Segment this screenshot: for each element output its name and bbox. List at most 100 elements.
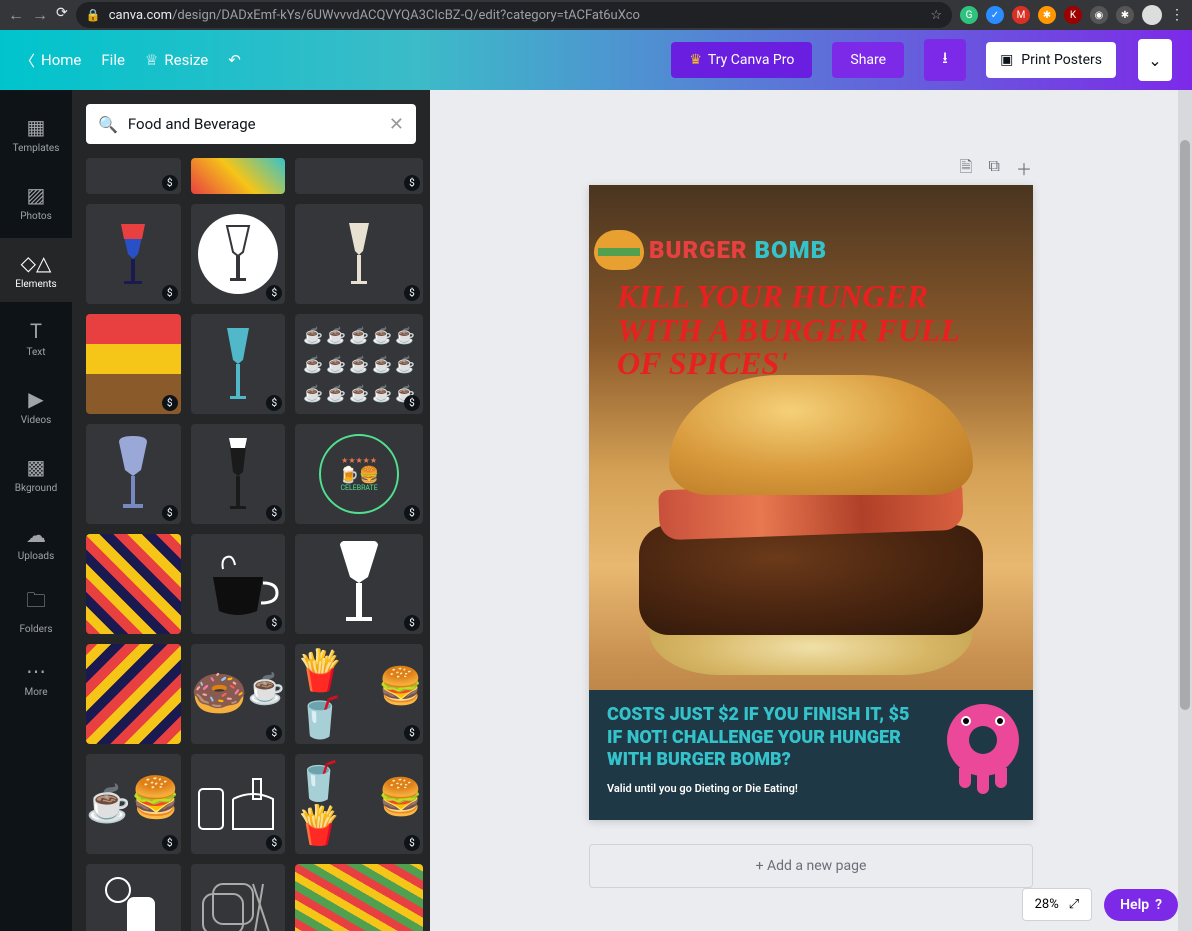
element-thumb[interactable]	[191, 864, 286, 931]
rail-background[interactable]: ▩Bkground	[0, 442, 72, 506]
download-button[interactable]: ⭳	[924, 39, 966, 81]
element-thumb[interactable]: $	[191, 534, 286, 634]
price-badge: $	[266, 835, 282, 851]
browser-menu-icon[interactable]: ⋮	[1170, 7, 1184, 23]
burger-logo-icon	[594, 230, 644, 270]
price-badge: $	[404, 285, 420, 301]
browser-reload[interactable]: ⟳	[56, 5, 68, 25]
search-input[interactable]	[128, 115, 379, 133]
element-thumb[interactable]	[295, 864, 423, 931]
element-thumb[interactable]: $	[295, 158, 423, 194]
zoom-control[interactable]: 28% ⤢	[1022, 888, 1093, 921]
price-badge: $	[162, 395, 178, 411]
file-menu[interactable]: File	[101, 51, 125, 69]
ext-orange-icon[interactable]: ✱	[1038, 6, 1056, 24]
vertical-scrollbar[interactable]	[1178, 90, 1192, 931]
brand-text: BURGER BOMB	[649, 236, 827, 264]
bookmark-star-icon[interactable]: ☆	[930, 8, 942, 23]
browser-back[interactable]: ←	[8, 5, 24, 25]
footer-sub-text[interactable]: Valid until you go Dieting or Die Eating…	[607, 782, 1015, 795]
element-thumb[interactable]: $	[86, 314, 181, 414]
share-button[interactable]: Share	[832, 42, 904, 78]
folders-icon: 🗀	[26, 586, 46, 620]
undo-button[interactable]: ↶	[228, 51, 241, 69]
rail-label: Bkground	[15, 483, 58, 494]
scrollbar-thumb[interactable]	[1180, 140, 1190, 710]
rail-elements[interactable]: ◇△Elements	[0, 238, 72, 302]
home-button[interactable]: 〈 Home	[20, 50, 81, 71]
rail-label: Videos	[21, 415, 52, 426]
rail-text[interactable]: T Text	[0, 306, 72, 370]
price-badge: $	[266, 395, 282, 411]
element-thumb[interactable]	[86, 864, 181, 931]
price-badge: $	[266, 505, 282, 521]
text-icon: T	[30, 319, 42, 343]
element-thumb[interactable]	[86, 534, 181, 634]
ext-k-icon[interactable]: K	[1064, 6, 1082, 24]
help-icon: ?	[1155, 897, 1162, 913]
print-posters-button[interactable]: ▣ Print Posters	[986, 42, 1116, 78]
element-thumb[interactable]: $	[295, 204, 423, 304]
browser-forward[interactable]: →	[32, 5, 48, 25]
ext-asterisk-icon[interactable]: ✱	[1116, 6, 1134, 24]
element-thumb[interactable]	[86, 644, 181, 744]
print-dropdown[interactable]: ⌄	[1138, 39, 1172, 81]
elements-panel: 🔍 ✕ $ $ $ $ $ $ $ ☕☕☕☕☕☕☕☕☕☕☕☕☕☕☕$ $ $ ★…	[72, 90, 430, 931]
ext-gmail-icon[interactable]: M	[1012, 6, 1030, 24]
rail-photos[interactable]: ▨Photos	[0, 170, 72, 234]
element-thumb[interactable]: $	[191, 754, 286, 854]
photos-icon: ▨	[27, 183, 46, 207]
ext-grammarly-icon[interactable]: G	[960, 6, 978, 24]
poster-headline[interactable]: KILL YOUR HUNGER WITH A BURGER FULL OF S…	[617, 280, 1005, 381]
url-bar[interactable]: 🔒 canva.com/design/DADxEmf-kYs/6UWvvvdAC…	[76, 2, 952, 28]
rail-videos[interactable]: ▶Videos	[0, 374, 72, 438]
element-thumb[interactable]: $	[86, 424, 181, 524]
url-text: canva.com/design/DADxEmf-kYs/6UWvvvdACQV…	[109, 8, 640, 23]
element-thumb[interactable]: $	[191, 424, 286, 524]
element-thumb[interactable]: $	[86, 158, 181, 194]
element-thumb[interactable]: ★★★★★🍺🍔CELEBRATE$	[295, 424, 423, 524]
poster-icon: ▣	[1000, 52, 1013, 68]
try-pro-label: Try Canva Pro	[708, 52, 794, 68]
rail-label: Elements	[15, 279, 56, 290]
search-box[interactable]: 🔍 ✕	[86, 104, 416, 144]
elements-grid: $ $ $ $ $ $ $ ☕☕☕☕☕☕☕☕☕☕☕☕☕☕☕$ $ $ ★★★★★…	[72, 158, 430, 931]
ext-blue-icon[interactable]: ✓	[986, 6, 1004, 24]
rail-more[interactable]: ⋯More	[0, 646, 72, 710]
clear-search-icon[interactable]: ✕	[389, 114, 404, 135]
footer-main-text[interactable]: COSTS JUST $2 IF YOU FINISH IT, $5 IF NO…	[607, 704, 925, 772]
poster-footer[interactable]: COSTS JUST $2 IF YOU FINISH IT, $5 IF NO…	[589, 690, 1033, 820]
element-thumb[interactable]: ☕☕☕☕☕☕☕☕☕☕☕☕☕☕☕$	[295, 314, 423, 414]
rail-label: Folders	[19, 624, 52, 635]
add-page-button[interactable]: + Add a new page	[589, 844, 1033, 888]
try-pro-button[interactable]: ♛ Try Canva Pro	[671, 42, 812, 78]
element-thumb[interactable]	[191, 158, 286, 194]
rail-label: Templates	[13, 143, 60, 154]
fullscreen-icon[interactable]: ⤢	[1069, 897, 1079, 912]
ext-grey-icon[interactable]: ◉	[1090, 6, 1108, 24]
brand-logo[interactable]: BURGER BOMB	[594, 230, 827, 270]
price-badge: $	[162, 505, 178, 521]
rail-folders[interactable]: 🗀 Folders	[0, 578, 72, 642]
element-thumb[interactable]: 🍟🥤🍔$	[295, 644, 423, 744]
resize-button[interactable]: ♕ Resize	[145, 51, 208, 69]
donut-graphic[interactable]	[947, 704, 1019, 776]
notes-icon[interactable]: 🗎	[960, 156, 973, 183]
element-thumb[interactable]: 🍩☕$	[191, 644, 286, 744]
element-thumb[interactable]: 🥤🍟🍔$	[295, 754, 423, 854]
help-button[interactable]: Help ?	[1104, 889, 1178, 921]
element-thumb[interactable]: $	[86, 204, 181, 304]
element-thumb[interactable]: ☕🍔$	[86, 754, 181, 854]
duplicate-page-icon[interactable]: ⧉	[989, 156, 1000, 183]
rail-templates[interactable]: ▦Templates	[0, 102, 72, 166]
add-page-icon[interactable]: ＋	[1016, 156, 1032, 183]
element-thumb[interactable]: $	[191, 314, 286, 414]
canvas-area: 🗎 ⧉ ＋ BURGER BOMB	[430, 90, 1192, 931]
rail-uploads[interactable]: ☁Uploads	[0, 510, 72, 574]
price-badge: $	[404, 505, 420, 521]
element-thumb[interactable]: $	[295, 534, 423, 634]
poster-page[interactable]: BURGER BOMB KILL YOUR HUNGER WITH A BURG…	[589, 185, 1033, 820]
profile-avatar[interactable]	[1142, 5, 1162, 25]
element-thumb[interactable]: $	[191, 204, 286, 304]
rail-label: Text	[26, 347, 45, 358]
